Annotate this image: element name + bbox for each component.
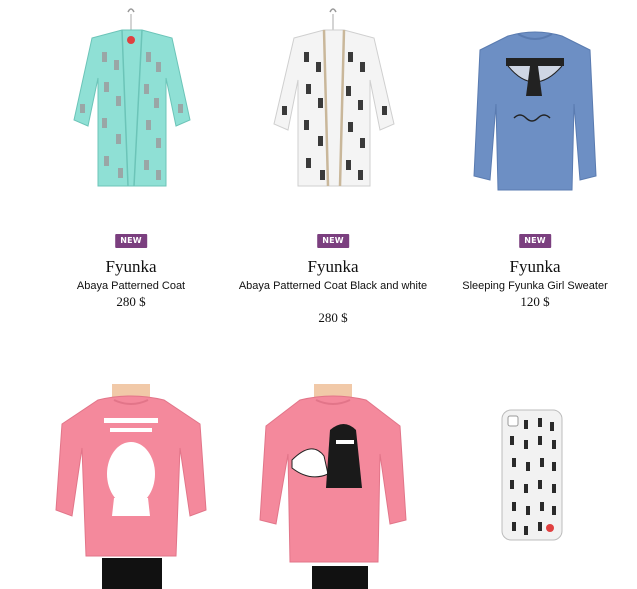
product-price: 280 $ <box>318 310 348 325</box>
product-price: 280 $ <box>116 294 146 309</box>
product-name[interactable]: Abaya Patterned Coat <box>30 278 232 294</box>
product-brand[interactable]: Fyunka <box>232 257 434 277</box>
new-badge: NEW <box>519 234 551 248</box>
product-brand[interactable]: Fyunka <box>30 257 232 277</box>
product-price: 120 $ <box>520 294 550 309</box>
new-badge: NEW <box>115 234 147 248</box>
product-image-pink-sweater-abaya[interactable] <box>232 370 434 589</box>
product-image-phone-case[interactable] <box>434 370 636 589</box>
product-name[interactable]: Sleeping Fyunka Girl Sweater <box>434 278 636 294</box>
product-grid: NEW Fyunka Abaya Patterned Coat 280 $ NE… <box>0 0 637 589</box>
product-image-pink-sweater-girl[interactable] <box>30 370 232 589</box>
product-image-blue-sweater[interactable] <box>434 0 636 200</box>
product-name[interactable]: Abaya Patterned Coat Black and white <box>232 278 434 294</box>
product-image-mint-coat[interactable] <box>30 0 232 200</box>
product-brand[interactable]: Fyunka <box>434 257 636 277</box>
product-image-white-coat[interactable] <box>232 0 434 200</box>
new-badge: NEW <box>317 234 349 248</box>
